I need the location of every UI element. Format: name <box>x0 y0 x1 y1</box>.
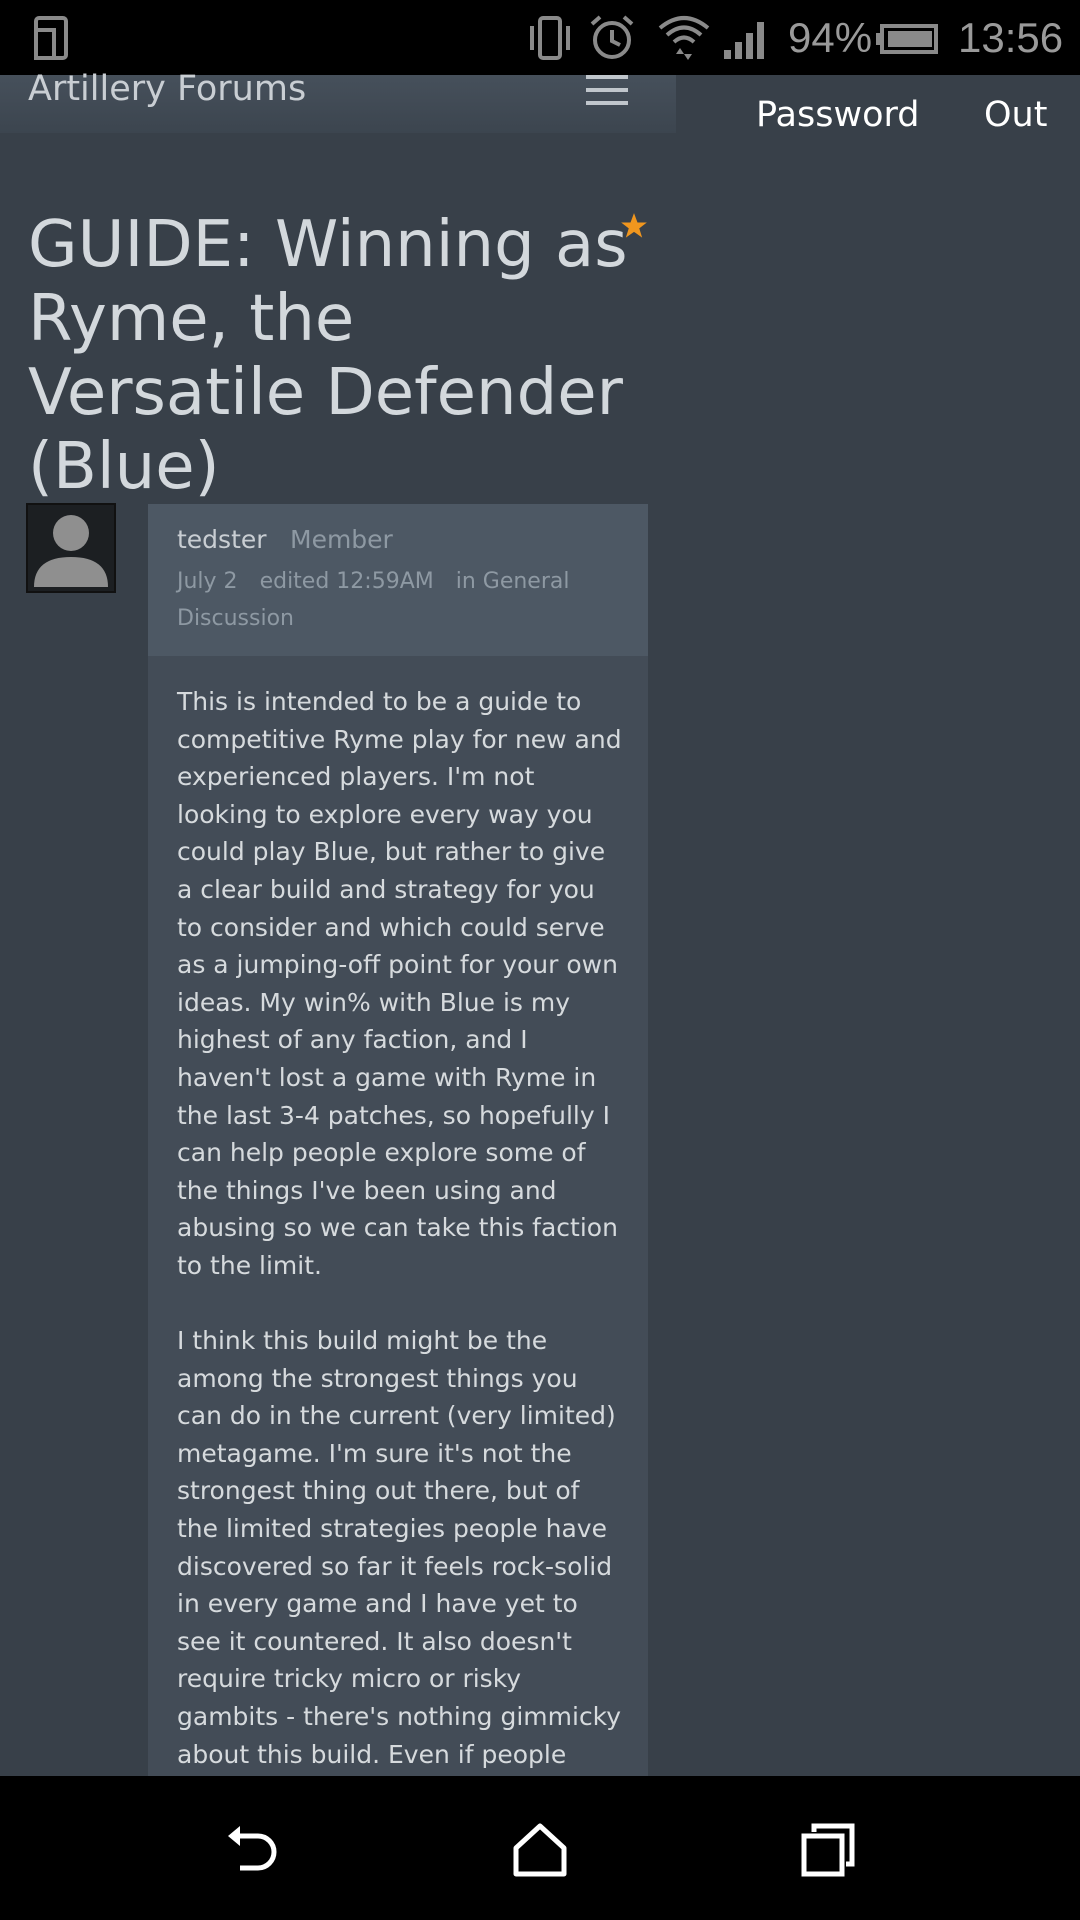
avatar[interactable] <box>26 503 116 593</box>
sign-out-link[interactable]: Out <box>984 95 1047 135</box>
password-link[interactable]: Password <box>756 95 919 135</box>
status-bar: 94% 13:56 <box>0 0 1080 75</box>
vibrate-icon <box>530 16 570 60</box>
post-edited: edited 12:59AM <box>259 569 434 594</box>
post-date[interactable]: July 2 <box>177 569 238 594</box>
signal-icon <box>724 22 764 59</box>
post-paragraph: I think this build might be the among th… <box>177 1326 622 1844</box>
battery-percent: 94% <box>788 14 873 61</box>
clock: 13:56 <box>958 14 1064 61</box>
post-paragraph: This is intended to be a guide to compet… <box>177 687 622 1280</box>
site-title[interactable]: Artillery Forums <box>28 69 306 109</box>
alarm-icon <box>590 15 634 59</box>
wifi-icon <box>658 16 710 60</box>
hamburger-menu-icon[interactable] <box>586 75 628 105</box>
author-role: Member <box>290 525 393 554</box>
user-silhouette-icon <box>34 515 108 587</box>
star-icon[interactable] <box>620 212 648 240</box>
back-icon[interactable] <box>224 1822 284 1878</box>
post-author[interactable]: tedster <box>177 525 267 554</box>
home-icon[interactable] <box>510 1822 570 1878</box>
battery-icon <box>876 24 938 54</box>
post-meta: July 2 edited 12:59AM in General Discussio… <box>177 563 597 637</box>
thread-title: GUIDE: Winning as Ryme, the Versatile De… <box>28 208 628 504</box>
recent-apps-icon[interactable] <box>798 1822 858 1878</box>
post-content: This is intended to be a guide to compet… <box>177 683 627 1886</box>
screen-rotate-icon <box>34 16 68 60</box>
